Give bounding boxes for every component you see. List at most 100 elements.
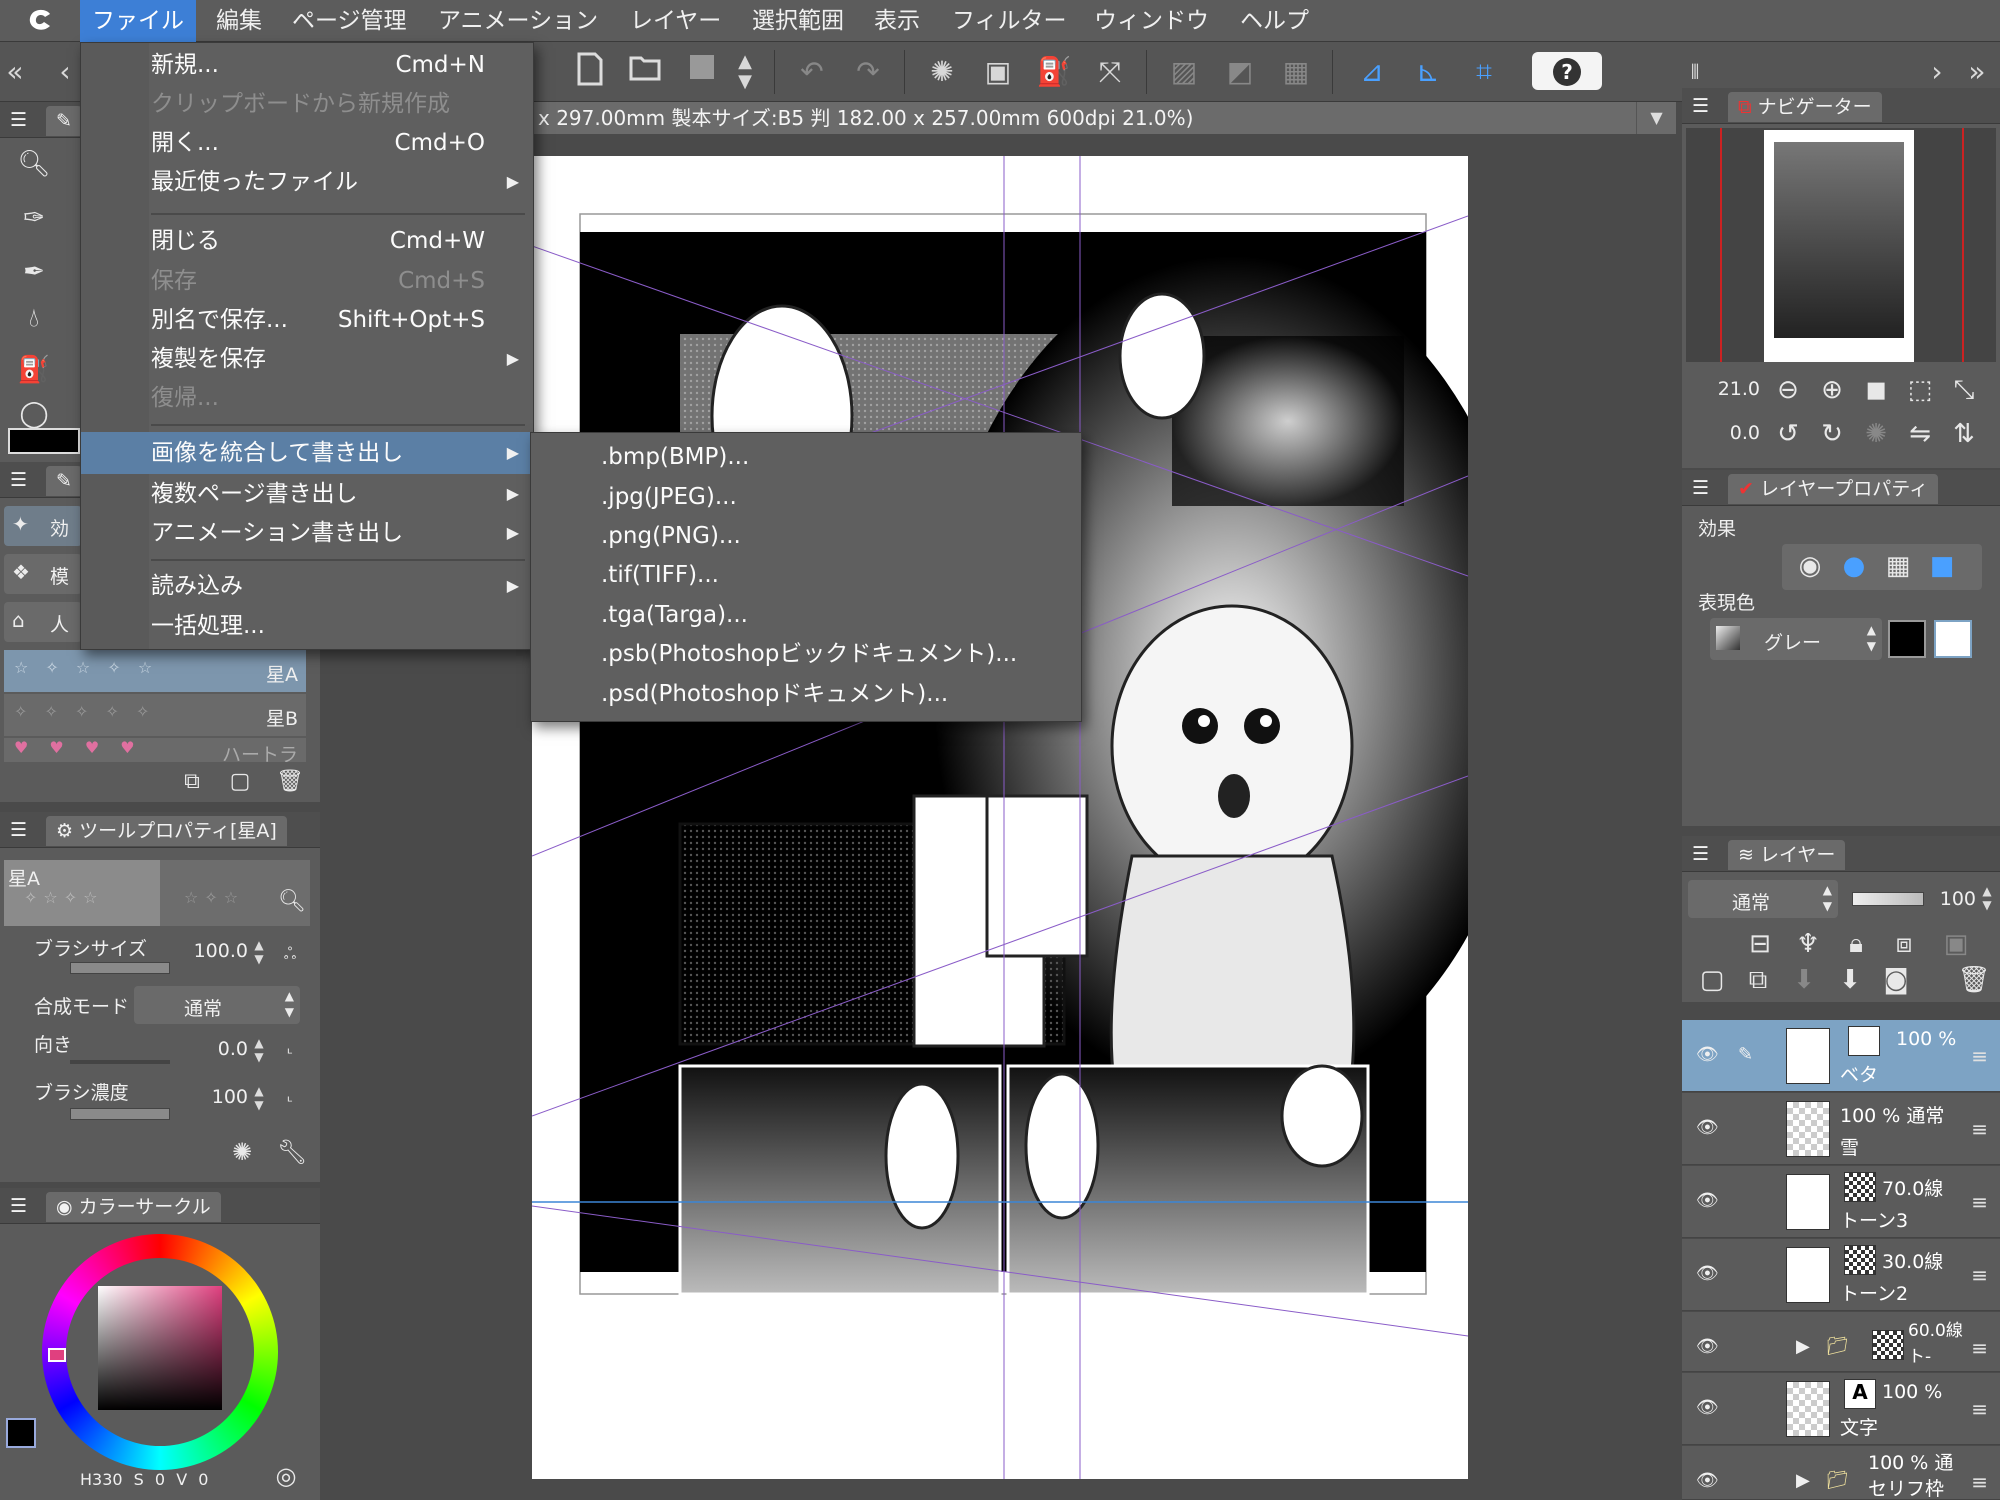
eye-icon[interactable]: 👁︎	[1696, 1470, 1722, 1491]
brush-size-slider[interactable]	[70, 962, 170, 974]
layer-row[interactable]: 👁︎ A 100 % 文字 ≡	[1682, 1373, 2000, 1445]
wrench-icon[interactable]: 🔧︎	[272, 1132, 312, 1172]
trash-icon[interactable]: 🗑︎	[270, 762, 310, 802]
menu-item-export-animation[interactable]: アニメーション書き出し ▶	[81, 514, 533, 552]
eye-icon[interactable]: 👁︎	[1696, 1117, 1722, 1138]
brush-size-value[interactable]: 100.0	[180, 940, 248, 962]
chevron-right-icon[interactable]: ▶	[1796, 1470, 1822, 1491]
tab-layer[interactable]: ≋ レイヤー	[1728, 840, 1846, 870]
direction-value[interactable]: 0.0	[180, 1038, 248, 1060]
fit-window-icon[interactable]: ⤡	[1944, 370, 1984, 410]
layer-menu-icon[interactable]: ≡	[1971, 1336, 1988, 1360]
layer-menu-icon[interactable]: ≡	[1971, 1190, 1988, 1214]
hue-marker[interactable]	[48, 1348, 66, 1362]
loading-icon[interactable]: ✺	[922, 52, 962, 92]
menu-item-new-from-clipboard[interactable]: クリップボードから新規作成	[81, 85, 533, 123]
color-indicator[interactable]	[8, 428, 80, 454]
brush-item-heart[interactable]: ♥ ♥ ♥ ♥ ハートラ	[4, 738, 306, 762]
fill-tool-icon[interactable]: ⛽	[14, 350, 54, 390]
menu-window[interactable]: ウィンドウ	[1082, 0, 1221, 42]
merge-down-icon[interactable]: ⬇	[1830, 960, 1870, 1000]
flip-horizontal-icon[interactable]: ⇋	[1900, 414, 1940, 454]
pen-tool-icon[interactable]: ✒	[14, 252, 54, 292]
export-psd[interactable]: .psd(Photoshopドキュメント)...	[531, 674, 1081, 714]
menu-item-save[interactable]: 保存 Cmd+S	[81, 262, 533, 300]
subtool-group-pattern[interactable]: ❖ 模	[4, 554, 82, 594]
chevron-left-icon[interactable]: ‹	[50, 52, 80, 92]
clipping-icon[interactable]: ⊟	[1740, 924, 1780, 964]
brush-item-star-b[interactable]: ✧ ✧ ✧ ✧ ✧ 星B	[4, 694, 306, 736]
export-jpeg[interactable]: .jpg(JPEG)...	[531, 477, 1081, 517]
export-tiff[interactable]: .tif(TIFF)...	[531, 555, 1081, 595]
white-color-button[interactable]	[1934, 620, 1972, 658]
layer-menu-icon[interactable]: ≡	[1971, 1397, 1988, 1421]
tone-effect-icon[interactable]: ▦	[1878, 546, 1918, 586]
menu-item-close[interactable]: 閉じる Cmd+W	[81, 222, 533, 260]
menu-item-save-duplicate[interactable]: 複製を保存 ▶	[81, 340, 533, 378]
layer-folder-row[interactable]: 👁︎ ▶ 📁︎ 60.0線 ト- ≡	[1682, 1312, 2000, 1372]
lock-transparency-icon[interactable]: ⧈	[1884, 924, 1924, 964]
grid-select-icon[interactable]: ▦	[1276, 52, 1316, 92]
tab-tool-property[interactable]: ⚙ ツールプロパティ[星A]	[46, 816, 287, 846]
brush-size-spinner[interactable]: ▲ ▼	[250, 938, 268, 968]
expression-color-select[interactable]: グレー ▲ ▼	[1710, 618, 1882, 660]
open-folder-icon[interactable]	[626, 52, 666, 92]
chevron-right-icon[interactable]: ›	[1922, 52, 1952, 92]
menu-item-new[interactable]: 新規... Cmd+N	[81, 46, 533, 84]
main-color-swatch[interactable]	[6, 1418, 36, 1448]
rotate-left-icon[interactable]: ↺	[1768, 414, 1808, 454]
menu-item-recent-files[interactable]: 最近使ったファイル ▶	[81, 163, 533, 201]
subtool-group-effect[interactable]: ✦ 効	[4, 506, 82, 546]
export-targa[interactable]: .tga(Targa)...	[531, 595, 1081, 635]
panel-grip-icon[interactable]: ⦀	[1680, 52, 1710, 92]
zoom-out-icon[interactable]: ⊖	[1768, 370, 1808, 410]
brush-density-slider[interactable]	[70, 1108, 170, 1120]
brush-item-star-a[interactable]: ☆ ✧ ☆ ✧ ☆ 星A	[4, 650, 306, 692]
saturation-value-square[interactable]	[98, 1286, 222, 1410]
subtool-group-artificial[interactable]: ⌂ 人	[4, 602, 82, 642]
layer-opacity-value[interactable]: 100	[1932, 888, 1976, 910]
chevron-right-icon[interactable]: ▶	[1796, 1336, 1822, 1357]
blend-tool-icon[interactable]: 💧︎	[14, 298, 54, 338]
flip-vertical-icon[interactable]: ⇅	[1944, 414, 1984, 454]
rotate-right-icon[interactable]: ↻	[1812, 414, 1852, 454]
save-icon[interactable]	[682, 52, 722, 92]
redo-icon[interactable]: ↷	[848, 52, 888, 92]
fill-bucket-icon[interactable]: ⛽	[1034, 52, 1074, 92]
navigator-preview[interactable]	[1686, 128, 1996, 362]
panel-menu-icon[interactable]: ☰	[10, 1195, 27, 1217]
eyedropper-tool-icon[interactable]: ✑	[14, 198, 54, 238]
menu-page-manage[interactable]: ページ管理	[280, 0, 419, 42]
export-bmp[interactable]: .bmp(BMP)...	[531, 437, 1081, 477]
color-history-icon[interactable]: ◎	[266, 1456, 306, 1496]
pressure-icon[interactable]: ஃ	[270, 934, 310, 974]
actual-size-icon[interactable]: ⬚	[1900, 370, 1940, 410]
menu-view[interactable]: 表示	[862, 0, 932, 42]
new-vector-layer-icon[interactable]: ⧉	[1738, 960, 1778, 1000]
snap-special-ruler-icon[interactable]: ⊾	[1408, 52, 1448, 92]
new-raster-layer-icon[interactable]: ▢	[1692, 960, 1732, 1000]
eye-icon[interactable]: 👁︎	[1696, 1044, 1722, 1065]
menu-layer[interactable]: レイヤー	[618, 0, 733, 42]
hue-ring[interactable]	[42, 1234, 278, 1470]
export-psb[interactable]: .psb(Photoshopビックドキュメント)...	[531, 634, 1081, 674]
panel-menu-icon[interactable]: ☰	[10, 819, 27, 841]
clear-icon[interactable]: ▨	[1164, 52, 1204, 92]
menu-item-save-as[interactable]: 別名で保存... Shift+Opt+S	[81, 301, 533, 339]
opacity-spinner[interactable]: ▲ ▼	[1978, 884, 1996, 914]
lock-icon[interactable]: 🔒︎	[1836, 924, 1876, 964]
layer-mask-icon[interactable]: ◙	[1876, 960, 1916, 1000]
collapse-left-icon[interactable]: «	[0, 52, 30, 92]
black-color-button[interactable]	[1888, 620, 1926, 658]
zoom-preview-icon[interactable]: 🔍︎	[272, 882, 312, 922]
menu-edit[interactable]: 編集	[204, 0, 274, 42]
copy-subtool-icon[interactable]: ⧉	[172, 762, 212, 802]
layer-menu-icon[interactable]: ≡	[1971, 1117, 1988, 1141]
help-button[interactable]: ?	[1532, 52, 1602, 90]
layer-row[interactable]: 👁︎ 100 % 通常 雪 ≡	[1682, 1093, 2000, 1165]
layer-opacity-slider[interactable]	[1852, 892, 1924, 906]
panel-menu-icon[interactable]: ☰	[1692, 95, 1709, 117]
export-png[interactable]: .png(PNG)...	[531, 516, 1081, 556]
spin-updown-icon[interactable]: ▲ ▼	[732, 52, 758, 92]
menu-item-export-multiple-pages[interactable]: 複数ページ書き出し ▶	[81, 475, 533, 513]
